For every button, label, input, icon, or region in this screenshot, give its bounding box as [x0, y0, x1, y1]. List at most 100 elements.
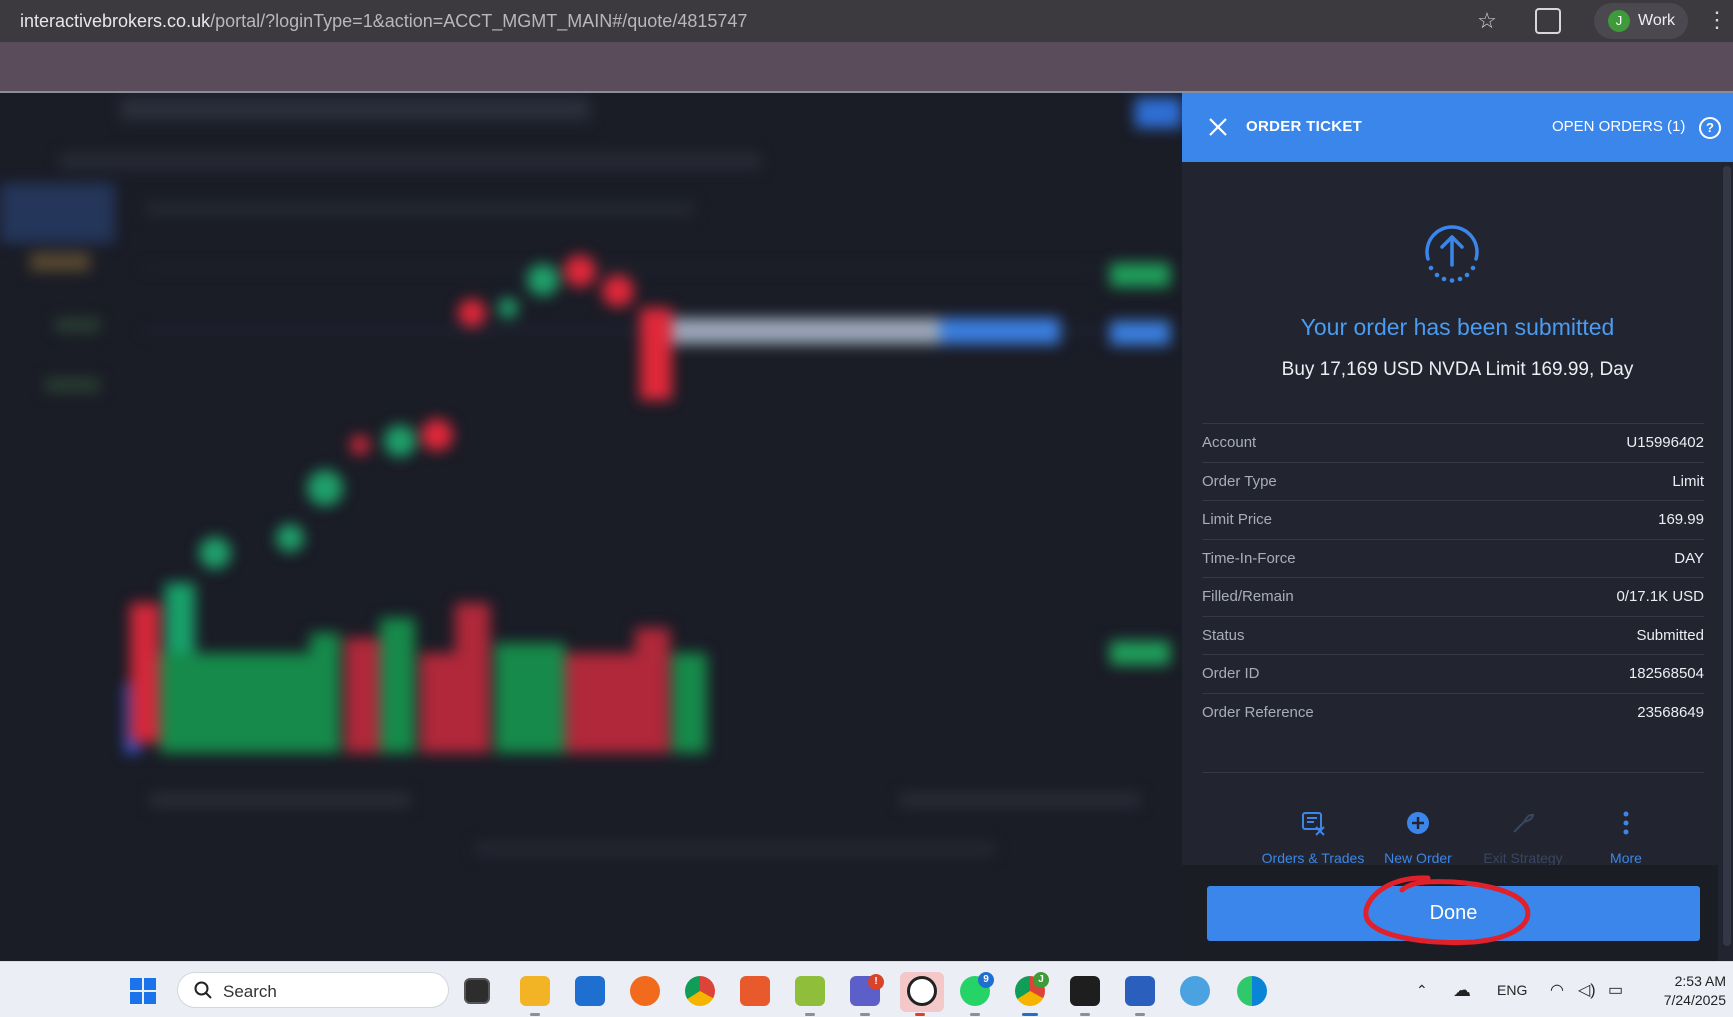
- detail-label: Order Type: [1202, 472, 1277, 490]
- windows-start-icon[interactable]: [130, 978, 156, 1004]
- scrollbar-thumb[interactable]: [1723, 166, 1731, 946]
- edge-icon[interactable]: [1237, 976, 1267, 1006]
- detail-value: DAY: [1674, 549, 1704, 567]
- more-button[interactable]: More: [1566, 808, 1686, 866]
- action-label: Orders & Trades: [1261, 850, 1365, 866]
- blurred-candle: [458, 299, 486, 327]
- whatsapp-badge: 9: [978, 972, 994, 988]
- blurred-tab: [0, 183, 115, 243]
- extensions-icon[interactable]: [1535, 8, 1561, 34]
- browser-toolbar: interactivebrokers.co.uk/portal/?loginTy…: [0, 0, 1733, 42]
- profile-button[interactable]: J Work: [1594, 3, 1688, 39]
- done-button[interactable]: Done: [1207, 886, 1700, 941]
- detail-label: Filled/Remain: [1202, 588, 1294, 606]
- detail-row: Limit Price 169.99: [1202, 500, 1704, 539]
- order-submitted-icon: [1425, 225, 1479, 283]
- browser-menu-icon[interactable]: ⋮: [1706, 8, 1728, 34]
- clock-app-icon[interactable]: [907, 976, 937, 1006]
- blurred-candle: [498, 298, 518, 318]
- blurred-candle: [527, 264, 559, 296]
- blurred-order-line: [940, 318, 1060, 344]
- blurred-candle: [350, 435, 370, 455]
- blurred-toolbar: [60, 153, 760, 169]
- detail-label: Account: [1202, 434, 1257, 452]
- running-indicator: [805, 1013, 815, 1016]
- blurred-candle: [384, 425, 416, 457]
- blurred-chart-background: [0, 93, 1182, 961]
- system-clock[interactable]: 2:53 AM 7/24/2025: [1636, 972, 1726, 1010]
- search-icon: [194, 981, 212, 999]
- microsoft-store-icon[interactable]: [575, 976, 605, 1006]
- blurred-price-tag: [1110, 263, 1170, 287]
- detail-value: 0/17.1K USD: [1616, 588, 1704, 606]
- detail-value: Submitted: [1636, 626, 1704, 644]
- app-icon[interactable]: [795, 976, 825, 1006]
- plus-circle-icon: [1407, 812, 1429, 834]
- bookmark-star-icon[interactable]: ☆: [1474, 8, 1500, 34]
- blurred-tag: [30, 253, 90, 271]
- blurred-volume-bar: [635, 628, 670, 753]
- detail-value: U15996402: [1626, 434, 1704, 452]
- running-indicator: [915, 1013, 925, 1016]
- bookmarks-bar: [0, 42, 1733, 92]
- detail-value: 169.99: [1658, 511, 1704, 529]
- action-label: Exit Strategy: [1483, 850, 1563, 866]
- profile-name: Work: [1638, 12, 1676, 29]
- exit-strategy-button[interactable]: Exit Strategy: [1463, 808, 1583, 866]
- page-title: ORDER TICKET: [1246, 118, 1363, 135]
- open-orders-link[interactable]: OPEN ORDERS (1): [1552, 118, 1685, 135]
- file-explorer-icon[interactable]: [520, 976, 550, 1006]
- chrome-icon[interactable]: [685, 976, 715, 1006]
- firefox-icon[interactable]: [630, 976, 660, 1006]
- blurred-volume-bar: [130, 603, 160, 743]
- blurred-candle: [199, 537, 231, 569]
- wifi-icon[interactable]: ◠: [1550, 962, 1564, 1017]
- anydesk-icon[interactable]: [740, 976, 770, 1006]
- detail-label: Order ID: [1202, 665, 1260, 683]
- word-icon[interactable]: [1125, 976, 1155, 1006]
- running-indicator: [1080, 1013, 1090, 1016]
- onedrive-icon[interactable]: ☁: [1453, 962, 1471, 1017]
- detail-row: Order Type Limit: [1202, 461, 1704, 501]
- blurred-price-tag: [1110, 641, 1170, 665]
- detail-value: Limit: [1672, 472, 1704, 490]
- new-order-button[interactable]: New Order: [1358, 808, 1478, 866]
- blurred-volume-bar: [455, 603, 490, 753]
- detail-row: Account U15996402: [1202, 423, 1704, 462]
- orders-trades-icon: [1302, 812, 1325, 836]
- blurred-candle: [421, 419, 453, 451]
- blurred-candle: [602, 275, 634, 307]
- app-icon[interactable]: [1180, 976, 1210, 1006]
- blurred-toolbar: [120, 98, 590, 120]
- action-label: New Order: [1384, 850, 1452, 866]
- blurred-tag: [55, 318, 100, 332]
- show-hidden-icons[interactable]: ⌃: [1416, 962, 1428, 1017]
- blurred-tag: [45, 378, 100, 392]
- submission-message: Your order has been submitted: [1300, 314, 1615, 340]
- detail-value: 182568504: [1628, 665, 1704, 683]
- chart-graphic: [0, 98, 1182, 855]
- blurred-volume-bar: [672, 653, 707, 753]
- blurred-volume-bar: [380, 618, 415, 753]
- volume-icon[interactable]: ◁): [1578, 962, 1596, 1017]
- blurred-candle: [564, 255, 596, 287]
- blurred-volume-bar: [495, 643, 565, 753]
- order-ticket-panel: ORDER TICKET OPEN ORDERS (1) ? Your orde…: [1182, 93, 1733, 961]
- orders-trades-button[interactable]: Orders & Trades: [1253, 808, 1373, 866]
- language-indicator[interactable]: ENG: [1497, 962, 1527, 1017]
- detail-value: 23568649: [1637, 703, 1704, 721]
- terminal-icon[interactable]: [1070, 976, 1100, 1006]
- blurred-button: [1135, 98, 1182, 128]
- help-icon[interactable]: ?: [1699, 117, 1721, 139]
- detail-row: Status Submitted: [1202, 615, 1704, 655]
- taskbar-search[interactable]: Search: [177, 972, 449, 1008]
- detail-label: Limit Price: [1202, 511, 1273, 529]
- blurred-volume-bar: [310, 633, 340, 753]
- clock-time: 2:53 AM: [1674, 973, 1726, 989]
- address-bar[interactable]: interactivebrokers.co.uk/portal/?loginTy…: [20, 11, 747, 32]
- running-indicator: [530, 1013, 540, 1016]
- task-view-icon[interactable]: [464, 978, 490, 1004]
- search-placeholder: Search: [223, 982, 277, 1001]
- battery-icon[interactable]: ▭: [1608, 962, 1623, 1017]
- close-icon[interactable]: [1206, 115, 1230, 139]
